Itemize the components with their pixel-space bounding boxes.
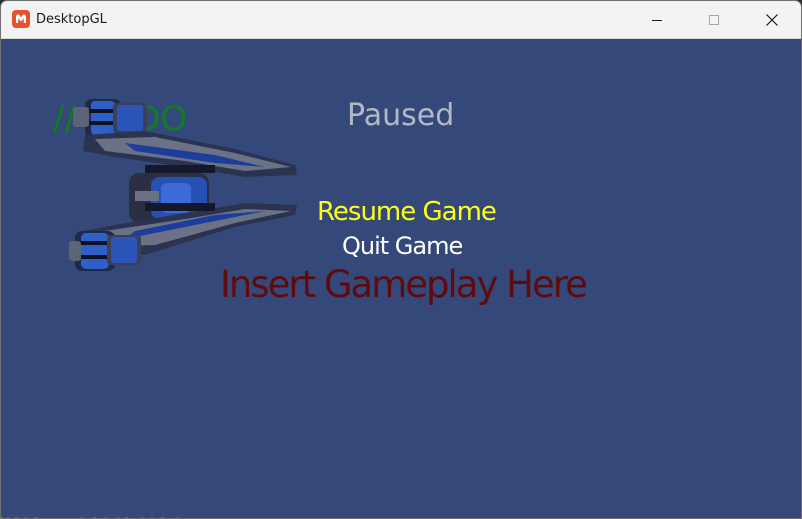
window-title: DesktopGL <box>36 12 107 27</box>
close-button[interactable] <box>743 1 801 38</box>
close-icon <box>766 13 778 26</box>
resume-game-menu-item[interactable]: Resume Game <box>317 196 497 228</box>
paused-title: Paused <box>347 98 455 133</box>
maximize-button[interactable] <box>685 1 743 38</box>
minimize-button[interactable] <box>628 1 686 38</box>
spaceship-sprite <box>69 99 297 271</box>
minimize-icon <box>652 19 662 21</box>
app-window: DesktopGL // TODO <box>0 0 802 519</box>
game-viewport[interactable]: // TODO <box>1 39 801 518</box>
title-bar[interactable]: DesktopGL <box>1 1 801 39</box>
quit-game-menu-item[interactable]: Quit Game <box>342 231 463 261</box>
monogame-logo-icon <box>12 10 30 28</box>
ship-upper-engine <box>73 99 147 137</box>
gameplay-placeholder-text: Insert Gameplay Here <box>220 263 588 306</box>
ship-upper-wing <box>83 131 297 177</box>
maximize-icon <box>709 14 719 25</box>
ship-lower-engine <box>69 231 141 271</box>
